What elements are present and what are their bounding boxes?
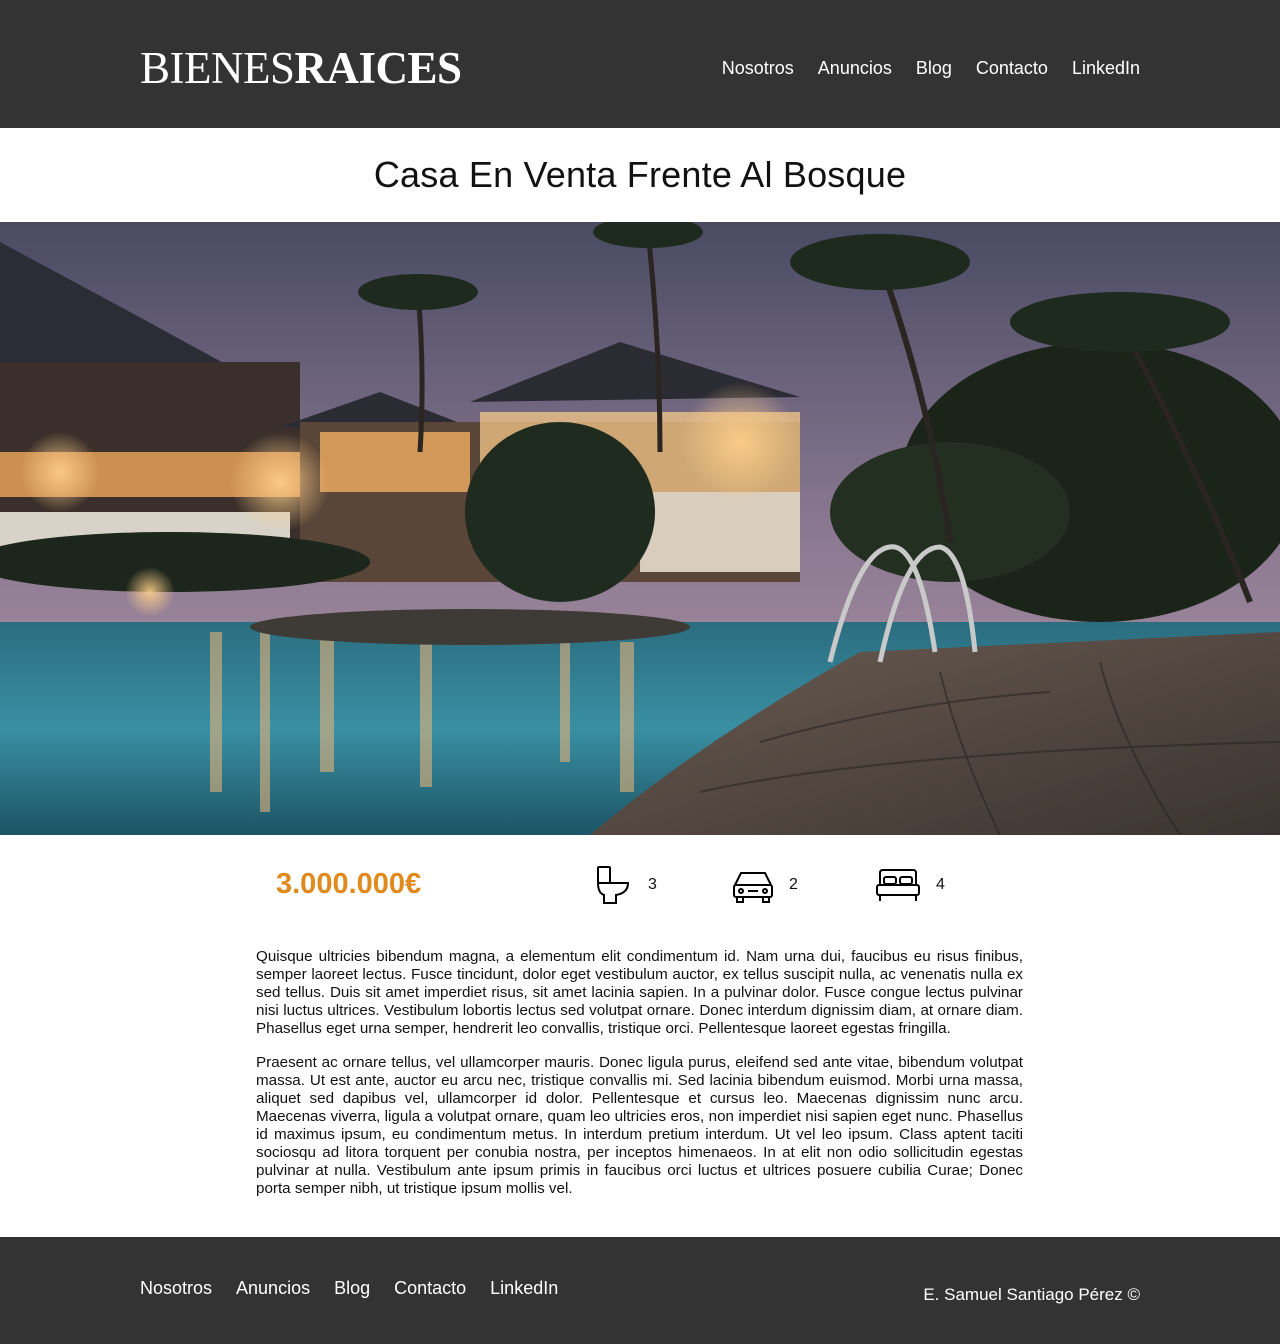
footer-nav-nosotros[interactable]: Nosotros (140, 1277, 212, 1299)
site-footer: Nosotros Anuncios Blog Contacto LinkedIn… (0, 1237, 1280, 1344)
property-description: Quisque ultricies bibendum magna, a elem… (256, 948, 1023, 1214)
feature-bedrooms: 4 (874, 865, 945, 905)
bedrooms-count: 4 (936, 876, 945, 893)
page-title-section: Casa En Venta Frente Al Bosque (0, 128, 1280, 222)
footer-nav-contacto[interactable]: Contacto (394, 1277, 466, 1299)
nav-linkedin[interactable]: LinkedIn (1072, 57, 1140, 79)
bathrooms-count: 3 (648, 876, 657, 893)
logo-bold: RAICES (294, 43, 463, 93)
feature-parking: 2 (731, 865, 798, 905)
hero-image (0, 222, 1280, 835)
nav-anuncios[interactable]: Anuncios (818, 57, 892, 79)
feature-bathrooms: 3 (594, 865, 657, 905)
description-paragraph: Praesent ac ornare tellus, vel ullamcorp… (256, 1054, 1023, 1197)
copyright: E. Samuel Santiago Pérez © (923, 1285, 1140, 1304)
footer-nav: Nosotros Anuncios Blog Contacto LinkedIn (140, 1277, 558, 1299)
description-paragraph: Quisque ultricies bibendum magna, a elem… (256, 948, 1023, 1037)
price: 3.000.000€ (276, 868, 422, 900)
footer-nav-linkedin[interactable]: LinkedIn (490, 1277, 558, 1299)
logo-light: BIENES (140, 43, 295, 93)
site-logo[interactable]: BIENESRAICES (140, 44, 462, 92)
main-nav: Nosotros Anuncios Blog Contacto LinkedIn (722, 57, 1140, 79)
parking-count: 2 (789, 876, 798, 893)
footer-nav-anuncios[interactable]: Anuncios (236, 1277, 310, 1299)
resort-pool-photo (0, 222, 1280, 835)
toilet-icon (596, 866, 630, 904)
footer-nav-blog[interactable]: Blog (334, 1277, 370, 1299)
page-title: Casa En Venta Frente Al Bosque (373, 154, 907, 195)
nav-nosotros[interactable]: Nosotros (722, 57, 794, 79)
property-summary: 3.000.000€ 3 2 4 (0, 835, 1280, 935)
car-icon (733, 872, 773, 903)
nav-contacto[interactable]: Contacto (976, 57, 1048, 79)
site-header: BIENESRAICES Nosotros Anuncios Blog Cont… (0, 0, 1280, 128)
bed-icon (876, 869, 920, 901)
nav-blog[interactable]: Blog (916, 57, 952, 79)
